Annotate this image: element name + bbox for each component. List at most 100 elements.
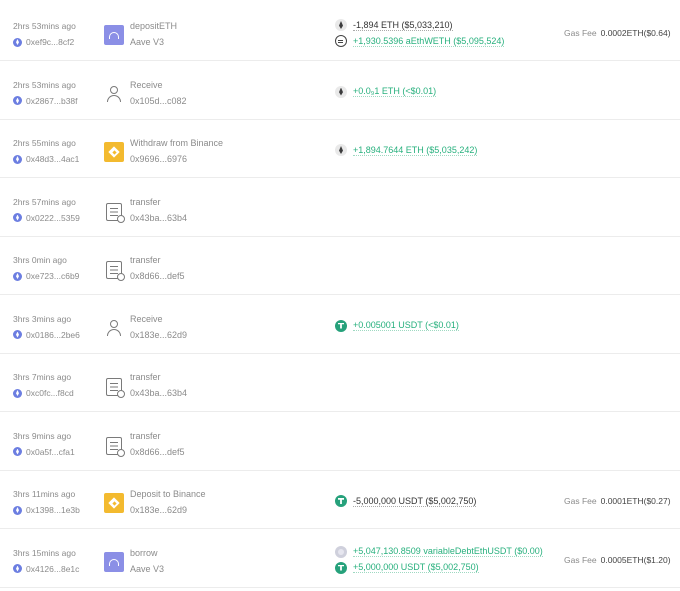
tx-time: 2hrs 53mins ago: [13, 79, 76, 90]
aeth-icon: [335, 35, 347, 47]
ethereum-chain-icon: [13, 505, 22, 515]
gas-fee-label: Gas Fee: [564, 28, 597, 38]
tx-hash-text[interactable]: 0x4126...8e1c: [26, 564, 79, 574]
token-amount[interactable]: +0.0₉1 ETH (<$0.01): [353, 86, 437, 97]
tx-hash[interactable]: 0x0a5f...cfa1: [13, 447, 75, 457]
eth-icon: [335, 85, 347, 98]
ethereum-chain-icon: [13, 37, 22, 47]
transaction-row: 2hrs 57mins ago 0x0222...5359 transfer 0x43…: [0, 179, 680, 237]
transaction-row: 3hrs 3mins ago 0x0186...2be6 Receive 0x183e…: [0, 296, 680, 354]
tx-hash[interactable]: 0x0222...5359: [13, 213, 80, 223]
tx-hash-text[interactable]: 0x48d3...4ac1: [26, 154, 79, 164]
tx-time: 3hrs 11mins ago: [13, 489, 76, 499]
eth-icon: [335, 144, 347, 156]
transaction-row: 2hrs 55mins ago 0x48d3...4ac1 Withdraw fro…: [0, 120, 680, 178]
ethereum-chain-icon: [13, 330, 22, 339]
tx-hash[interactable]: 0x1398...1e3b: [13, 505, 80, 515]
tx-hash[interactable]: 0x0186...2be6: [13, 330, 80, 340]
gas-fee: Gas Fee 0.0002ETH($0.64): [564, 28, 671, 38]
ethereum-chain-icon: [13, 447, 22, 456]
tx-counterparty[interactable]: 0x8d66...def5: [130, 271, 185, 281]
variable-debt-icon: [335, 545, 347, 558]
tx-time: 2hrs 55mins ago: [13, 138, 76, 148]
aave-icon: [104, 25, 124, 45]
token-change: -1,894 ETH ($5,033,210): [335, 19, 453, 31]
tx-action-name: borrow: [130, 547, 158, 558]
ethereum-chain-icon: [13, 388, 22, 398]
tx-time: 3hrs 3mins ago: [13, 313, 72, 324]
transaction-row: 3hrs 15mins ago 0x4126...8e1c borrow Aave V…: [0, 530, 680, 588]
usdt-icon: [335, 561, 347, 574]
tx-action-name: Receive: [130, 313, 163, 324]
tx-counterparty[interactable]: 0x183e...62d9: [130, 330, 187, 340]
usdt-icon: [335, 319, 347, 332]
contract-icon: [106, 202, 125, 223]
tx-action-name: Withdraw from Binance: [130, 138, 224, 148]
tx-hash[interactable]: 0xc0fc...f8cd: [13, 388, 74, 398]
token-amount[interactable]: +5,047,130.8509 variableDebtEthUSDT ($0.…: [353, 546, 543, 557]
tx-hash-text[interactable]: 0x0186...2be6: [26, 330, 80, 340]
tx-hash-text[interactable]: 0xef9c...8cf2: [26, 37, 74, 47]
tx-time: 2hrs 57mins ago: [13, 196, 76, 207]
tx-action-name: transfer: [130, 255, 161, 265]
tx-time: 3hrs 15mins ago: [13, 547, 76, 558]
tx-action-name: Deposit to Binance: [130, 489, 206, 499]
tx-hash[interactable]: 0x48d3...4ac1: [13, 154, 79, 164]
tx-hash[interactable]: 0xef9c...8cf2: [13, 37, 74, 47]
ethereum-chain-icon: [13, 154, 22, 164]
aave-icon: [104, 551, 124, 572]
token-amount[interactable]: -1,894 ETH ($5,033,210): [353, 20, 453, 31]
tx-counterparty[interactable]: 0x43ba...63b4: [130, 213, 187, 223]
usdt-icon: [335, 495, 347, 507]
transaction-list: 2hrs 53mins ago 0xef9c...8cf2 depositETH Aa…: [0, 0, 680, 591]
tx-time: 3hrs 9mins ago: [13, 430, 72, 441]
tx-counterparty[interactable]: 0x105d...c082: [130, 96, 187, 106]
tx-action-name: transfer: [130, 430, 161, 441]
binance-icon: [104, 142, 124, 162]
contract-icon: [106, 378, 125, 398]
tx-action-name: Receive: [130, 79, 163, 90]
contract-icon: [106, 436, 125, 457]
gas-fee-value: 0.0001ETH($0.27): [600, 496, 671, 506]
gas-fee-label: Gas Fee: [564, 554, 597, 565]
token-amount[interactable]: +5,000,000 USDT ($5,002,750): [353, 562, 479, 573]
tx-counterparty[interactable]: Aave V3: [130, 37, 164, 47]
token-amount[interactable]: +1,894.7644 ETH ($5,035,242): [353, 145, 478, 156]
token-change: +5,047,130.8509 variableDebtEthUSDT ($0.…: [335, 545, 543, 558]
gas-fee: Gas Fee 0.0001ETH($0.27): [564, 496, 671, 506]
tx-hash-text[interactable]: 0x1398...1e3b: [26, 505, 80, 515]
tx-hash-text[interactable]: 0xc0fc...f8cd: [26, 388, 74, 398]
tx-hash-text[interactable]: 0x2867...b38f: [26, 96, 78, 106]
tx-time: 3hrs 7mins ago: [13, 372, 72, 382]
tx-hash[interactable]: 0xe723...c6b9: [13, 271, 79, 281]
tx-counterparty[interactable]: Aave V3: [130, 564, 164, 574]
token-amount[interactable]: +0.005001 USDT (<$0.01): [353, 320, 459, 331]
transaction-row: 2hrs 53mins ago 0x2867...b38f Receive 0x105…: [0, 62, 680, 120]
ethereum-chain-icon: [13, 96, 22, 105]
transaction-row: 3hrs 0min ago 0xe723...c6b9 transfer 0x8d66…: [0, 237, 680, 295]
tx-hash[interactable]: 0x2867...b38f: [13, 96, 78, 106]
transaction-row: 3hrs 7mins ago 0xc0fc...f8cd transfer 0x43b…: [0, 354, 680, 412]
gas-fee-label: Gas Fee: [564, 496, 597, 506]
tx-counterparty[interactable]: 0x8d66...def5: [130, 447, 185, 457]
transaction-row: 2hrs 53mins ago 0xef9c...8cf2 depositETH Aa…: [0, 3, 680, 61]
tx-time: 2hrs 53mins ago: [13, 21, 76, 31]
tx-hash-text[interactable]: 0x0222...5359: [26, 213, 80, 223]
binance-icon: [104, 493, 124, 513]
ethereum-chain-icon: [13, 213, 22, 222]
token-change: +5,000,000 USDT ($5,002,750): [335, 561, 479, 574]
token-amount[interactable]: -5,000,000 USDT ($5,002,750): [353, 496, 477, 507]
tx-action-name: transfer: [130, 196, 161, 207]
tx-hash[interactable]: 0x4126...8e1c: [13, 564, 79, 574]
tx-counterparty[interactable]: 0x43ba...63b4: [130, 388, 187, 398]
token-change: +1,930.5396 aEthWETH ($5,095,524): [335, 35, 505, 47]
tx-hash-text[interactable]: 0x0a5f...cfa1: [26, 447, 75, 457]
tx-counterparty[interactable]: 0x9696...6976: [130, 154, 187, 164]
ethereum-chain-icon: [13, 564, 22, 573]
ethereum-chain-icon: [13, 271, 22, 281]
tx-hash-text[interactable]: 0xe723...c6b9: [26, 271, 79, 281]
gas-fee-value: 0.0002ETH($0.64): [600, 28, 671, 38]
tx-counterparty[interactable]: 0x183e...62d9: [130, 505, 187, 515]
gas-fee: Gas Fee 0.0005ETH($1.20): [564, 555, 671, 565]
token-amount[interactable]: +1,930.5396 aEthWETH ($5,095,524): [353, 36, 505, 47]
